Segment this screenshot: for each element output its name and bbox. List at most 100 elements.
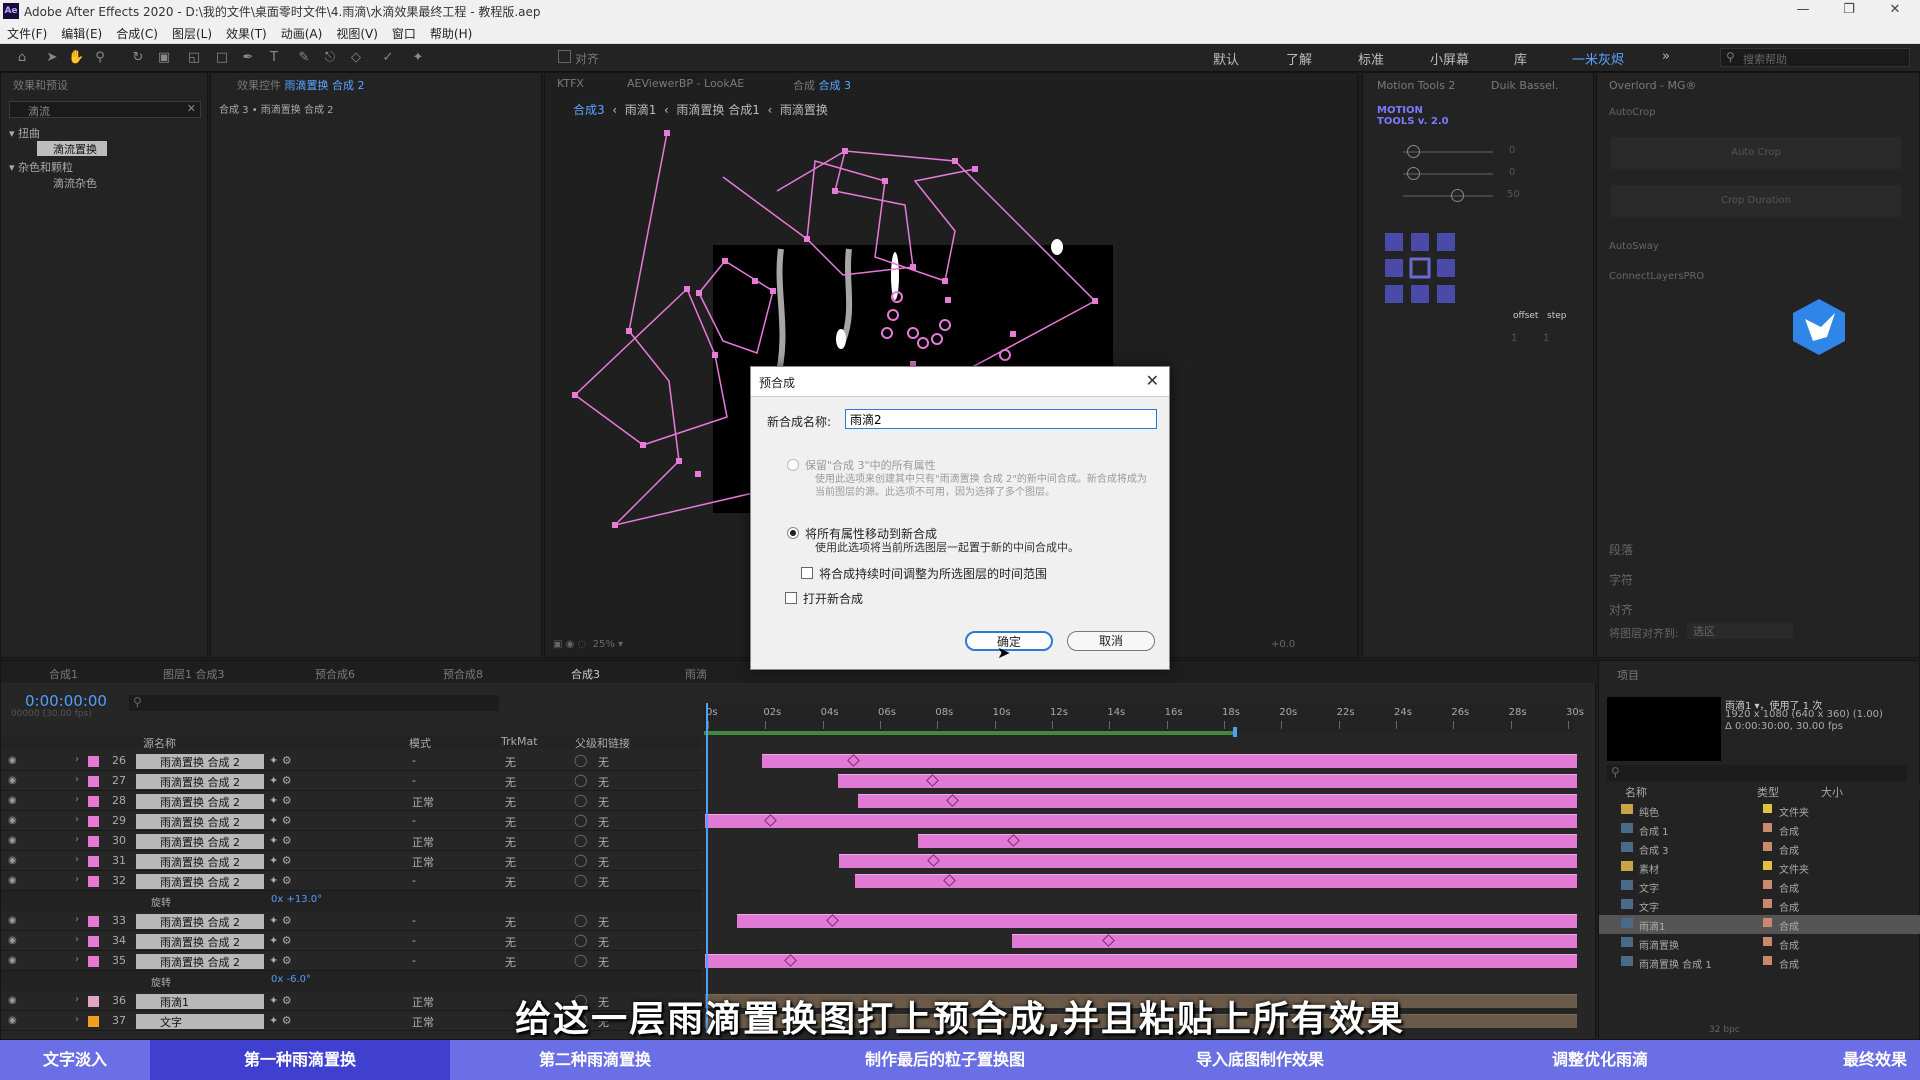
expand-arrow-icon[interactable]: › xyxy=(75,874,79,885)
project-item[interactable]: 雨滴置换 合成 xyxy=(1599,934,1920,953)
effect-controls-tab[interactable]: 效果控件 雨滴置换 合成 2 xyxy=(237,77,365,93)
layer-mode-select[interactable]: - xyxy=(412,874,416,887)
rotation-value[interactable]: 0x -6.0° xyxy=(271,974,311,985)
timeline-tab-active[interactable]: 合成3 xyxy=(571,666,600,682)
slider-3-value[interactable]: 50 xyxy=(1507,189,1520,200)
new-comp-name-input[interactable] xyxy=(845,409,1157,429)
close-window-icon[interactable]: ✕ xyxy=(1880,2,1910,17)
layer-trkmat-select[interactable]: 无 xyxy=(505,874,516,890)
camera-tool-icon[interactable]: ▣ xyxy=(156,50,172,66)
chapter-second-displace[interactable]: 第二种雨滴置换 xyxy=(450,1040,740,1080)
layer-parent-select[interactable]: 无 xyxy=(598,834,609,850)
expand-arrow-icon[interactable]: › xyxy=(75,754,79,765)
pickwhip-icon[interactable]: ◯ xyxy=(574,953,587,967)
expand-arrow-icon[interactable]: › xyxy=(75,934,79,945)
expand-arrow-icon[interactable]: › xyxy=(75,774,79,785)
align-panel[interactable]: 对齐 xyxy=(1609,601,1633,618)
project-search-input[interactable]: ⚲ xyxy=(1607,765,1907,781)
layer-trkmat-select[interactable]: 无 xyxy=(505,854,516,870)
timecode[interactable]: 0:00:00:00 xyxy=(25,692,107,710)
workspace-libraries[interactable]: 库 xyxy=(1514,49,1527,68)
visibility-eye-icon[interactable]: ◉ xyxy=(8,795,20,807)
menu-window[interactable]: 窗口 xyxy=(385,22,423,45)
visibility-eye-icon[interactable]: ◉ xyxy=(8,775,20,787)
workspace-small-screen[interactable]: 小屏幕 xyxy=(1430,49,1469,68)
layer-parent-select[interactable]: 无 xyxy=(598,874,609,890)
layer-row[interactable]: ◉ › 29 雨滴置换 合成 2 ✦ ⚙ - 无 ◯ 无 xyxy=(1,811,701,831)
chapter-text-fade-in[interactable]: 文字淡入 xyxy=(0,1040,150,1080)
pickwhip-icon[interactable]: ◯ xyxy=(574,753,587,767)
timeline-tab-comp1[interactable]: 合成1 xyxy=(49,666,78,682)
layer-parent-select[interactable]: 无 xyxy=(598,854,609,870)
search-help-box[interactable]: ⚲ 搜索帮助 xyxy=(1720,48,1910,67)
autosway-item[interactable]: AutoSway xyxy=(1609,241,1659,252)
item-color-label[interactable] xyxy=(1763,899,1772,908)
character-panel[interactable]: 字符 xyxy=(1609,571,1633,588)
expand-arrow-icon[interactable]: › xyxy=(75,794,79,805)
move-attributes-radio[interactable] xyxy=(787,527,799,539)
project-item[interactable]: 雨滴1 合成 xyxy=(1599,915,1920,934)
layer-duration-bar[interactable] xyxy=(705,954,1577,968)
align-to-select[interactable]: 选区 xyxy=(1687,623,1793,639)
visibility-eye-icon[interactable]: ◉ xyxy=(8,835,20,847)
menu-animation[interactable]: 动画(A) xyxy=(274,22,330,45)
layer-parent-select[interactable]: 无 xyxy=(598,754,609,770)
layer-mode-select[interactable]: - xyxy=(412,814,416,827)
category-distort[interactable]: ▾ 扭曲 xyxy=(9,125,40,141)
expand-arrow-icon[interactable]: › xyxy=(75,954,79,965)
layer-color-label[interactable] xyxy=(88,756,99,767)
type-tool-icon[interactable]: T xyxy=(266,50,282,66)
crop-duration-button[interactable]: Crop Duration xyxy=(1611,185,1901,217)
breadcrumb-displace-comp1[interactable]: 雨滴置换 合成1 xyxy=(676,103,759,117)
breadcrumb-comp3[interactable]: 合成3 xyxy=(573,103,605,117)
layer-row[interactable]: ◉ › 35 雨滴置换 合成 2 ✦ ⚙ - 无 ◯ 无 xyxy=(1,951,701,971)
item-color-label[interactable] xyxy=(1763,842,1772,851)
work-area-end[interactable] xyxy=(1233,727,1237,737)
chapter-import-base[interactable]: 导入底图制作效果 xyxy=(1150,1040,1370,1080)
align-checkbox[interactable] xyxy=(558,50,571,63)
slider-1-handle[interactable] xyxy=(1407,145,1420,158)
auto-crop-button[interactable]: Auto Crop xyxy=(1611,137,1901,169)
menu-layer[interactable]: 图层(L) xyxy=(165,22,219,45)
layer-trkmat-select[interactable]: 无 xyxy=(505,954,516,970)
menu-help[interactable]: 帮助(H) xyxy=(423,22,479,45)
col-mode[interactable]: 模式 xyxy=(409,735,431,751)
puppet-tool-icon[interactable]: ✦ xyxy=(410,50,426,66)
rotation-property-row[interactable]: 旋转 0x -6.0° xyxy=(1,971,701,991)
cancel-button[interactable]: 取消 xyxy=(1067,631,1155,651)
layer-color-label[interactable] xyxy=(88,776,99,787)
roto-brush-tool-icon[interactable]: ✓ xyxy=(380,50,396,66)
layer-duration-bar[interactable] xyxy=(854,874,1577,888)
time-ruler[interactable]: 0s 02s 04s 06s 08s 10s 12s 14s 16s 18s 20s 22s 24s 26… xyxy=(704,703,1584,733)
eraser-tool-icon[interactable]: ◇ xyxy=(348,50,364,66)
layer-color-label[interactable] xyxy=(88,876,99,887)
rectangle-tool-icon[interactable]: □ xyxy=(214,50,230,66)
layer-color-label[interactable] xyxy=(88,856,99,867)
layer-switches-icon[interactable]: ✦ ⚙ xyxy=(269,754,292,767)
layer-color-label[interactable] xyxy=(88,916,99,927)
slider-3[interactable] xyxy=(1403,195,1493,197)
layer-mode-select[interactable]: - xyxy=(412,754,416,767)
tab-motion-tools[interactable]: Motion Tools 2 xyxy=(1377,79,1455,92)
project-item[interactable]: 素材 文件夹 xyxy=(1599,858,1920,877)
chapter-particle-map[interactable]: 制作最后的粒子置换图 xyxy=(740,1040,1150,1080)
layer-name[interactable]: 雨滴置换 合成 2 xyxy=(136,874,264,889)
layer-duration-bar[interactable] xyxy=(1011,934,1577,948)
exposure-value[interactable]: +0.0 xyxy=(1271,639,1295,650)
layer-row[interactable]: ◉ › 28 雨滴置换 合成 2 ✦ ⚙ 正常 无 ◯ 无 xyxy=(1,791,701,811)
pen-tool-icon[interactable]: ✒ xyxy=(240,50,256,66)
layer-name[interactable]: 雨滴置换 合成 2 xyxy=(136,914,264,929)
layer-color-label[interactable] xyxy=(88,956,99,967)
layer-row[interactable]: ◉ › 27 雨滴置换 合成 2 ✦ ⚙ - 无 ◯ 无 xyxy=(1,771,701,791)
expand-arrow-icon[interactable]: › xyxy=(75,854,79,865)
layer-mode-select[interactable]: - xyxy=(412,934,416,947)
layer-row[interactable]: ◉ › 34 雨滴置换 合成 2 ✦ ⚙ - 无 ◯ 无 xyxy=(1,931,701,951)
layer-name[interactable]: 雨滴置换 合成 2 xyxy=(136,774,264,789)
chapter-first-displace[interactable]: 第一种雨滴置换 xyxy=(150,1040,450,1080)
layer-parent-select[interactable]: 无 xyxy=(598,914,609,930)
workspace-active[interactable]: 一米灰烬 xyxy=(1572,49,1624,68)
anchor-grid-icon[interactable] xyxy=(1383,231,1459,307)
timeline-tab-layer1[interactable]: 图层1 合成3 xyxy=(163,666,225,682)
step-counter[interactable]: 1 xyxy=(1543,333,1549,344)
pickwhip-icon[interactable]: ◯ xyxy=(574,833,587,847)
